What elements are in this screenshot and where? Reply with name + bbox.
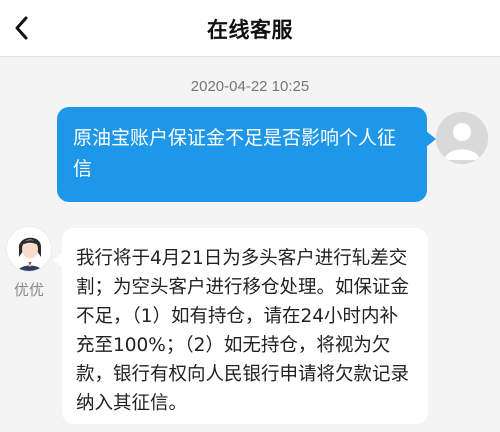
user-message-bubble: 原油宝账户保证金不足是否影响个人征信 [57, 107, 436, 202]
message-timestamp: 2020-04-22 10:25 [190, 78, 310, 95]
agent-message-bubble: 我行将于4月21日为多头客户进行轧差交割；为空头客户进行移仓处理。如保证金不足，… [53, 228, 428, 424]
agent-name-label: 优优 [13, 281, 44, 299]
top-bar: 在线客服 [0, 0, 500, 57]
user-avatar[interactable] [436, 112, 488, 164]
agent-avatar[interactable] [6, 226, 52, 272]
agent-avatar-icon [7, 227, 51, 271]
user-avatar-icon [436, 112, 488, 164]
page-title: 在线客服 [207, 18, 293, 42]
